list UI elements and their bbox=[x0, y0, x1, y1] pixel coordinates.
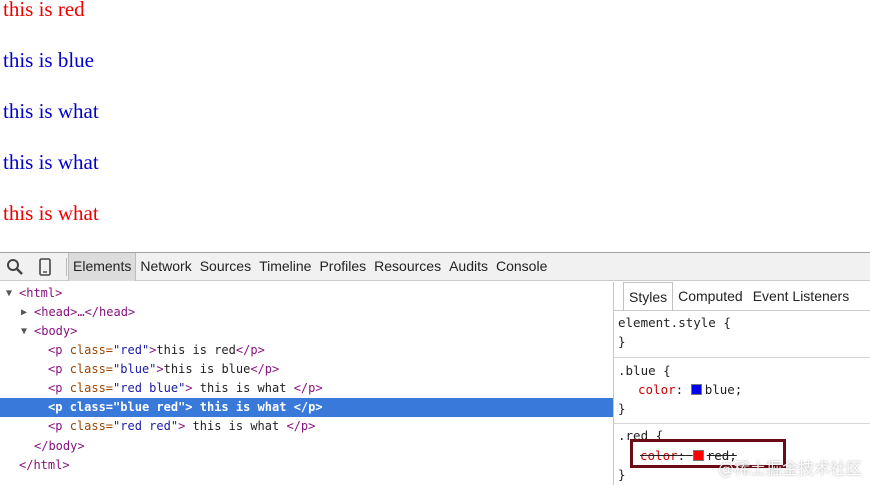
node-text: this is red bbox=[156, 343, 236, 357]
devtools-toolbar: Elements Network Sources Timeline Profil… bbox=[0, 253, 870, 281]
rule-selector[interactable]: element.style { bbox=[618, 314, 731, 332]
paragraph-blue: this is blue bbox=[3, 48, 95, 72]
attr-value: "red" bbox=[113, 343, 150, 357]
tab-timeline[interactable]: Timeline bbox=[255, 253, 315, 281]
attr-name: class= bbox=[69, 343, 114, 357]
paragraph-red-red: this is what bbox=[3, 201, 99, 225]
tab-audits[interactable]: Audits bbox=[445, 253, 492, 281]
dom-tree: ▼ <html> ▶ <head>…</head> ▼ <body> <p cl… bbox=[0, 282, 613, 485]
tag-open: <p bbox=[48, 400, 70, 414]
tag-close: > bbox=[185, 400, 193, 414]
tag-end: </p> bbox=[286, 419, 316, 433]
tag-end: </p> bbox=[293, 381, 323, 395]
dom-node-p-red-red[interactable]: <p class="red red"> this is what </p> bbox=[0, 417, 613, 436]
tag-body-close: </body> bbox=[34, 439, 85, 453]
node-text: this is what bbox=[192, 400, 294, 414]
tag-open: <p bbox=[48, 343, 70, 357]
dom-node-head[interactable]: ▶ <head>…</head> bbox=[0, 303, 613, 322]
node-text: this is what bbox=[185, 419, 287, 433]
rule-close-brace: } bbox=[618, 467, 626, 482]
tab-event-listeners[interactable]: Event Listeners bbox=[748, 282, 855, 310]
dom-node-body[interactable]: ▼ <body> bbox=[0, 322, 613, 341]
expand-triangle-icon[interactable]: ▼ bbox=[21, 322, 27, 341]
paragraph-blue-red: this is what bbox=[3, 150, 99, 174]
property-colon: : bbox=[675, 382, 684, 397]
dom-node-html[interactable]: ▼ <html> bbox=[0, 284, 613, 303]
attr-name: class= bbox=[69, 362, 114, 376]
node-text: this is what bbox=[192, 381, 294, 395]
attr-name: class= bbox=[69, 381, 114, 395]
rule-selector[interactable]: .blue { bbox=[618, 362, 671, 380]
devtools-panel: Elements Network Sources Timeline Profil… bbox=[0, 252, 870, 485]
rule-close-brace: } bbox=[618, 334, 626, 349]
attr-value: "blue red" bbox=[113, 400, 186, 414]
dom-node-body-close[interactable]: </body> bbox=[0, 437, 613, 456]
tag-end: </p> bbox=[293, 400, 323, 414]
rule-close-brace: } bbox=[618, 401, 626, 416]
property-name: color bbox=[638, 382, 676, 397]
attr-value: "blue" bbox=[113, 362, 157, 376]
tag-open: <p bbox=[48, 419, 70, 433]
dom-node-p-blue-red-selected[interactable]: <p class="blue red"> this is what </p> bbox=[0, 398, 613, 417]
tag-close: > bbox=[185, 381, 193, 395]
toolbar-divider bbox=[66, 258, 67, 276]
rule-blue: .blue { color: blue; } bbox=[614, 358, 870, 424]
attr-value: "red red" bbox=[113, 419, 179, 433]
watermark: @稀土掘金技术社区 bbox=[717, 459, 862, 478]
tag-open: <p bbox=[48, 381, 70, 395]
tag-end: </p> bbox=[235, 343, 265, 357]
tab-profiles[interactable]: Profiles bbox=[315, 253, 370, 281]
color-swatch-icon[interactable] bbox=[690, 384, 702, 395]
search-icon[interactable] bbox=[5, 257, 25, 277]
tab-console[interactable]: Console bbox=[492, 253, 551, 281]
styles-tabs: Styles Computed Event Listeners bbox=[614, 282, 870, 311]
tag-html-close: </html> bbox=[19, 458, 70, 472]
attr-name: class= bbox=[69, 419, 114, 433]
tag-html-open: <html> bbox=[19, 286, 63, 300]
tab-resources[interactable]: Resources bbox=[370, 253, 445, 281]
tab-network[interactable]: Network bbox=[136, 253, 195, 281]
device-mode-icon[interactable] bbox=[35, 257, 55, 277]
rule-element-style: element.style { } bbox=[614, 311, 870, 358]
collapse-triangle-icon[interactable]: ▶ bbox=[21, 303, 27, 322]
rendered-page: this is red this is blue this is what th… bbox=[0, 0, 870, 252]
dom-node-p-red[interactable]: <p class="red">this is red</p> bbox=[0, 341, 613, 360]
tab-sources[interactable]: Sources bbox=[196, 253, 255, 281]
tab-styles[interactable]: Styles bbox=[623, 282, 674, 310]
paragraph-red: this is red bbox=[3, 0, 85, 21]
node-text: this is blue bbox=[163, 362, 251, 376]
tab-computed[interactable]: Computed bbox=[673, 282, 748, 310]
tag-body-open: <body> bbox=[34, 324, 78, 338]
paragraph-red-blue: this is what bbox=[3, 99, 99, 123]
tab-elements[interactable]: Elements bbox=[68, 253, 137, 281]
tag-end: </p> bbox=[250, 362, 280, 376]
tag-open: <p bbox=[48, 362, 70, 376]
dom-node-p-red-blue[interactable]: <p class="red blue"> this is what </p> bbox=[0, 379, 613, 398]
dom-node-html-close[interactable]: </html> bbox=[0, 456, 613, 475]
devtools-tabs: Elements Network Sources Timeline Profil… bbox=[68, 253, 551, 281]
attr-name: class= bbox=[69, 400, 114, 414]
rule-declaration[interactable]: color: blue; bbox=[638, 381, 742, 399]
tag-head: <head>…</head> bbox=[34, 305, 136, 319]
dom-node-p-blue[interactable]: <p class="blue">this is blue</p> bbox=[0, 360, 613, 379]
attr-value: "red blue" bbox=[113, 381, 186, 395]
expand-triangle-icon[interactable]: ▼ bbox=[6, 284, 12, 303]
tag-close: > bbox=[156, 362, 164, 376]
property-value: blue; bbox=[704, 382, 743, 397]
